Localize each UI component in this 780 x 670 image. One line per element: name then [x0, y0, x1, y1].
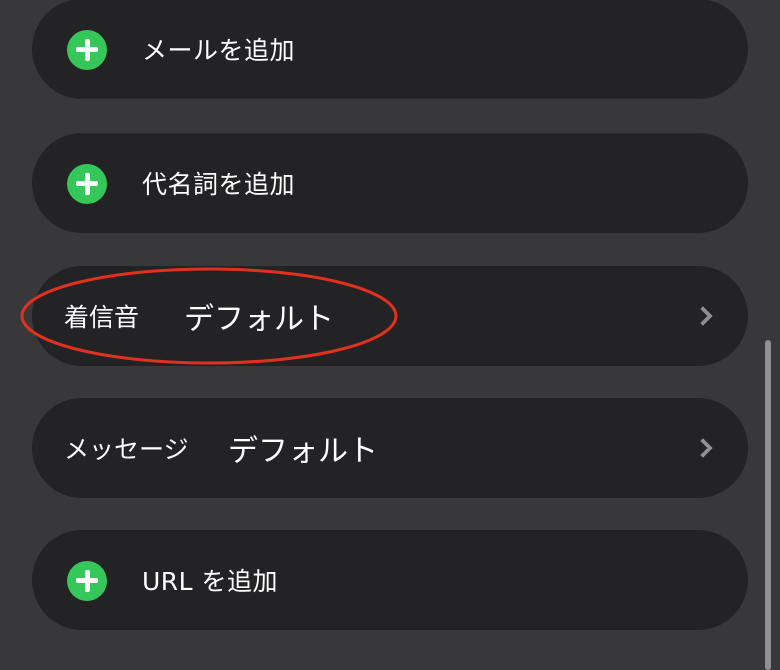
message-value: デフォルト — [228, 434, 378, 469]
plus-circle-icon — [67, 30, 107, 70]
scrollbar[interactable] — [765, 340, 771, 670]
ringtone-row[interactable]: 着信音 デフォルト — [32, 266, 748, 366]
add-email-row[interactable]: メールを追加 — [32, 0, 748, 99]
add-url-label: URL を追加 — [142, 567, 279, 596]
message-row[interactable]: メッセージ デフォルト — [32, 398, 748, 498]
chevron-right-icon — [693, 438, 713, 458]
ringtone-value: デフォルト — [184, 302, 334, 337]
add-pronoun-row[interactable]: 代名詞を追加 — [32, 133, 748, 233]
plus-circle-icon — [67, 164, 107, 204]
message-label: メッセージ — [64, 435, 189, 464]
plus-circle-icon — [67, 561, 107, 601]
add-pronoun-label: 代名詞を追加 — [142, 170, 296, 199]
chevron-right-icon — [693, 306, 713, 326]
ringtone-label: 着信音 — [64, 303, 140, 332]
add-url-row[interactable]: URL を追加 — [32, 530, 748, 630]
add-email-label: メールを追加 — [142, 36, 296, 65]
